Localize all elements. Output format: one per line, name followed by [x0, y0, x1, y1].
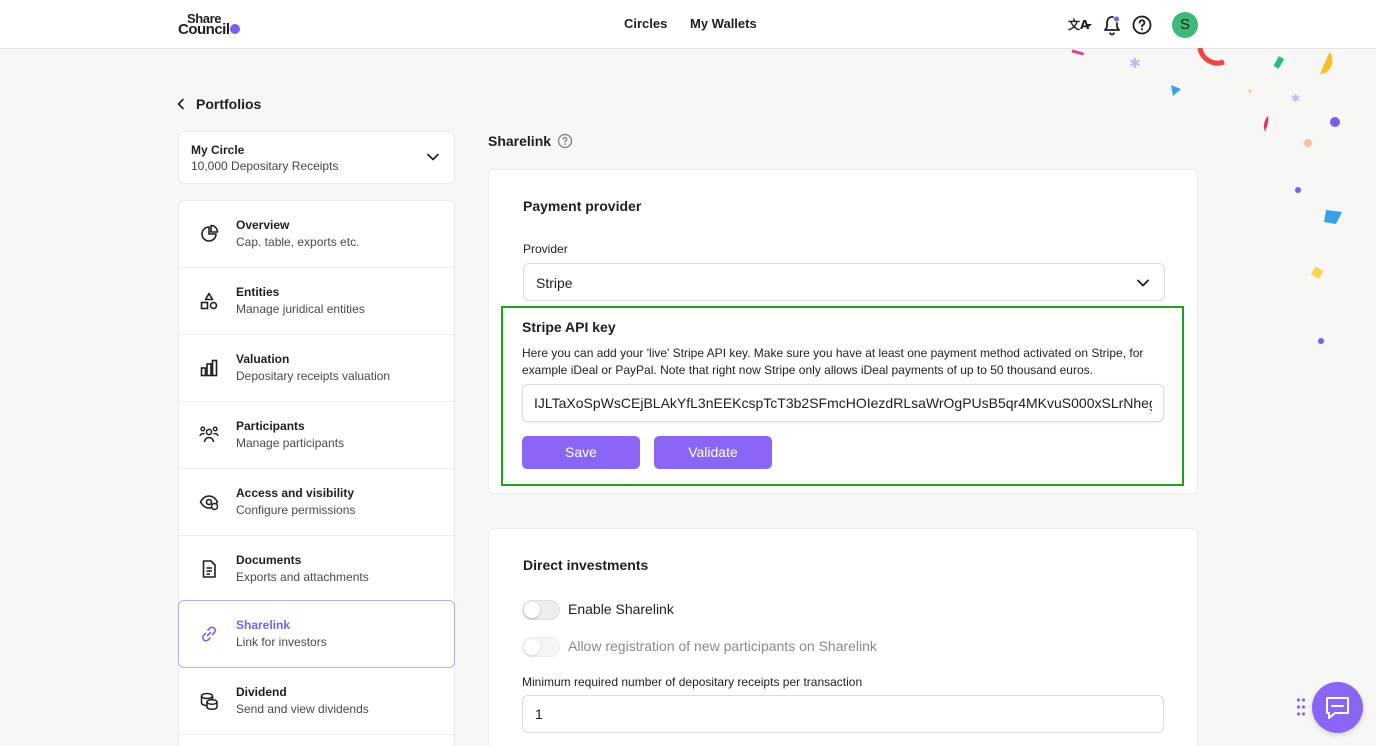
payment-provider-heading: Payment provider — [523, 198, 642, 214]
menu-item-subtitle: Depositary receipts valuation — [236, 369, 391, 383]
svg-text:✱: ✱ — [1129, 56, 1141, 72]
validate-button[interactable]: Validate — [654, 436, 772, 469]
stripe-api-key-input[interactable] — [522, 384, 1164, 422]
chat-icon — [1326, 697, 1349, 719]
menu-item-title: Valuation — [236, 352, 290, 366]
chat-support-button[interactable] — [1312, 682, 1363, 733]
stripe-api-key-title: Stripe API key — [522, 319, 616, 335]
menu-item-overview[interactable]: Overview Cap. table, exports etc. — [179, 201, 454, 268]
sharecouncil-logo[interactable]: Share Council — [178, 11, 248, 39]
menu-item-subtitle: Manage participants — [236, 436, 345, 450]
chevron-down-icon — [1137, 279, 1149, 287]
translate-icon[interactable]: 文A — [1067, 14, 1093, 36]
users-icon — [199, 426, 219, 443]
menu-item-access-visibility[interactable]: Access and visibility Configure permissi… — [179, 469, 454, 536]
enable-sharelink-toggle[interactable] — [522, 600, 560, 620]
top-header: Share Council Circles My Wallets 文A S — [0, 0, 1376, 49]
bell-icon[interactable] — [1101, 14, 1123, 36]
save-button[interactable]: Save — [522, 436, 640, 469]
info-help-icon[interactable] — [557, 133, 573, 149]
provider-select[interactable]: Stripe — [523, 263, 1165, 301]
svg-text:✱: ✱ — [1291, 92, 1300, 105]
menu-item-title: Entities — [236, 285, 280, 299]
nav-my-wallets[interactable]: My Wallets — [690, 16, 757, 31]
provider-selected-value: Stripe — [536, 275, 573, 291]
logo-text-line2: Council — [178, 21, 230, 38]
toggle-knob — [524, 639, 540, 655]
help-icon[interactable] — [1131, 14, 1153, 36]
menu-item-title: Documents — [236, 553, 302, 567]
nav-circles[interactable]: Circles — [624, 16, 667, 31]
menu-item-subtitle: Link for investors — [236, 635, 327, 649]
link-icon — [202, 626, 216, 642]
menu-item-documents[interactable]: Documents Exports and attachments — [179, 536, 454, 603]
chevron-left-icon — [177, 98, 184, 110]
user-avatar[interactable]: S — [1172, 12, 1198, 38]
min-receipts-label: Minimum required number of depositary re… — [522, 675, 863, 689]
circle-subtitle: 10,000 Depositary Receipts — [191, 159, 339, 173]
enable-sharelink-label: Enable Sharelink — [568, 601, 674, 617]
section-title: Sharelink — [488, 133, 573, 149]
bar-chart-icon — [200, 359, 218, 377]
document-icon — [202, 560, 216, 578]
chevron-down-icon — [427, 153, 439, 161]
menu-item-sharelink[interactable]: Sharelink Link for investors — [178, 600, 455, 668]
menu-item-participants[interactable]: Participants Manage participants — [179, 402, 454, 469]
stripe-api-key-description: Here you can add your 'live' Stripe API … — [522, 346, 1144, 377]
logo-dot — [230, 24, 240, 34]
eye-icon — [199, 495, 219, 511]
breadcrumb-label: Portfolios — [196, 96, 262, 112]
provider-label: Provider — [523, 242, 568, 256]
menu-item-entities[interactable]: Entities Manage juridical entities — [179, 268, 454, 335]
menu-item-valuation[interactable]: Valuation Depositary receipts valuation — [179, 335, 454, 402]
menu-item-title: Overview — [236, 218, 290, 232]
menu-item-dividend[interactable]: Dividend Send and view dividends — [179, 668, 454, 735]
back-to-portfolios[interactable]: Portfolios — [176, 96, 261, 112]
menu-item-title: Access and visibility — [236, 486, 355, 500]
menu-item-title: Sharelink — [236, 618, 291, 632]
min-receipts-input[interactable] — [522, 695, 1164, 733]
portfolio-menu: Overview Cap. table, exports etc. Entiti… — [178, 200, 455, 746]
allow-registration-label: Allow registration of new participants o… — [568, 638, 877, 654]
allow-registration-toggle[interactable] — [522, 637, 560, 657]
menu-item-subtitle: Send and view dividends — [236, 702, 369, 716]
toggle-knob — [524, 602, 540, 618]
menu-item-subtitle: Configure permissions — [236, 503, 356, 517]
pie-chart-icon — [201, 224, 219, 242]
drag-handle-icon[interactable] — [1296, 697, 1306, 717]
circle-name: My Circle — [191, 143, 245, 157]
circle-selector[interactable]: My Circle 10,000 Depositary Receipts — [178, 131, 455, 184]
page-title: Sharelink — [488, 133, 552, 149]
menu-item-subtitle: Manage juridical entities — [236, 302, 365, 316]
coins-icon — [200, 692, 218, 711]
shapes-icon — [200, 292, 218, 310]
direct-investments-heading: Direct investments — [523, 557, 649, 573]
menu-item-title: Participants — [236, 419, 305, 433]
menu-item-subtitle: Cap. table, exports etc. — [236, 235, 360, 249]
menu-item-title: Dividend — [236, 685, 287, 699]
menu-item-subtitle: Exports and attachments — [236, 570, 369, 584]
